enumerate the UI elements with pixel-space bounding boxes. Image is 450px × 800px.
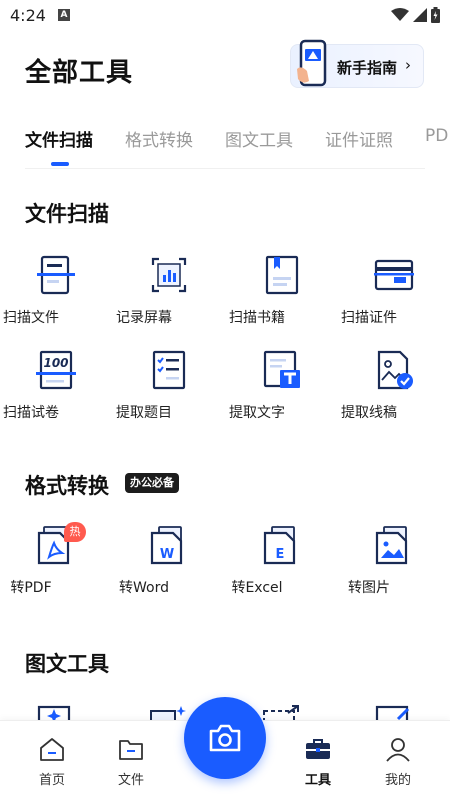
- tool-label: 记录屏幕: [116, 310, 172, 326]
- battery-icon: [431, 7, 440, 23]
- nav-files[interactable]: 文件: [101, 731, 161, 791]
- image-enhance-icon: [150, 706, 186, 721]
- scan-book-icon: [265, 255, 299, 295]
- tool-label: 扫描试卷: [3, 405, 59, 421]
- guide-label: 新手指南: [337, 59, 398, 77]
- tab-format-convert[interactable]: 格式转换: [125, 126, 193, 151]
- tool-label: 扫描证件: [341, 310, 397, 326]
- tool-extract-text[interactable]: 提取文字: [226, 350, 338, 430]
- nav-profile[interactable]: 我的: [368, 731, 428, 791]
- beginner-guide-button[interactable]: 新手指南 ›: [290, 39, 424, 88]
- tool-label: 转Word: [119, 580, 169, 596]
- tool-label: 转Excel: [231, 580, 283, 596]
- tool-label: 转PDF: [10, 580, 52, 596]
- phone-guide-icon: [297, 39, 327, 87]
- hot-badge: 热: [64, 522, 86, 542]
- nav-label: 我的: [384, 773, 411, 788]
- status-icons: [391, 6, 440, 24]
- to-image-icon: [375, 526, 408, 565]
- tool-label: 转图片: [348, 580, 390, 596]
- svg-text:100: 100: [43, 356, 68, 370]
- tool-record-screen[interactable]: 记录屏幕: [113, 255, 225, 335]
- extract-text-icon: [263, 350, 300, 388]
- image-edit-icon: [375, 705, 410, 721]
- office-essential-badge: 办公必备: [125, 473, 179, 493]
- status-bar: 4:24 A: [0, 0, 450, 30]
- tool-label: 扫描文件: [3, 310, 59, 326]
- tab-divider: [25, 168, 425, 169]
- tool-scan-document[interactable]: 扫描文件: [0, 255, 112, 335]
- tool-label: 提取文字: [229, 405, 285, 421]
- page-title: 全部工具: [25, 58, 134, 88]
- profile-icon: [386, 738, 410, 762]
- tool-to-image[interactable]: 转图片: [338, 525, 450, 605]
- to-excel-icon: E: [263, 526, 296, 565]
- section-title-convert: 格式转换: [25, 474, 109, 498]
- tool-label: 提取线稿: [341, 405, 397, 421]
- image-crop-export-icon: [263, 705, 299, 721]
- toolbox-icon: [306, 739, 330, 759]
- camera-icon: [209, 724, 241, 752]
- tool-extract-lineart[interactable]: 提取线稿: [338, 350, 450, 430]
- tab-file-scan[interactable]: 文件扫描: [25, 126, 93, 151]
- camera-button[interactable]: [184, 697, 266, 779]
- nav-label: 工具: [304, 773, 331, 788]
- tool-scan-id[interactable]: 扫描证件: [338, 255, 450, 335]
- section-title-image-text: 图文工具: [25, 652, 109, 676]
- nav-tools[interactable]: 工具: [288, 731, 348, 791]
- extract-questions-icon: [152, 350, 186, 390]
- scan-exam-icon: 100: [36, 350, 76, 390]
- tool-to-pdf[interactable]: 热 转PDF: [0, 522, 112, 605]
- scan-id-card-icon: [374, 259, 414, 291]
- tab-pdf[interactable]: PDF: [425, 126, 450, 146]
- chevron-right-icon: ›: [405, 56, 411, 74]
- signal-icon: [413, 8, 427, 22]
- extract-lineart-icon: [377, 350, 413, 390]
- tool-to-word[interactable]: W 转Word: [113, 525, 225, 605]
- tab-indicator: [51, 162, 69, 166]
- folder-icon: [119, 740, 143, 760]
- tab-image-text-tools[interactable]: 图文工具: [225, 126, 293, 151]
- category-tabs: 文件扫描 格式转换 图文工具 证件证照 PDF: [25, 126, 450, 166]
- nav-label: 首页: [38, 773, 65, 788]
- tool-to-excel[interactable]: E 转Excel: [226, 525, 338, 605]
- nav-home[interactable]: 首页: [22, 731, 82, 791]
- tool-extract-questions[interactable]: 提取题目: [113, 350, 225, 430]
- svg-text:E: E: [276, 547, 285, 562]
- tab-id-photos[interactable]: 证件证照: [325, 126, 393, 151]
- nav-label: 文件: [117, 773, 144, 788]
- tool-label: 提取题目: [116, 405, 172, 421]
- section-title-scan: 文件扫描: [25, 202, 109, 226]
- home-icon: [40, 738, 64, 761]
- record-screen-icon: [151, 257, 187, 293]
- scan-document-icon: [37, 255, 75, 295]
- tool-label: 扫描书籍: [229, 310, 285, 326]
- notification-icon: A: [58, 9, 70, 21]
- tool-scan-exam[interactable]: 100 扫描试卷: [0, 350, 112, 430]
- status-time: 4:24: [10, 6, 46, 25]
- wifi-icon: [391, 8, 409, 21]
- to-word-icon: W: [150, 526, 183, 565]
- tool-scan-book[interactable]: 扫描书籍: [226, 255, 338, 335]
- svg-text:W: W: [160, 547, 174, 562]
- image-sparkle-icon: [37, 705, 71, 721]
